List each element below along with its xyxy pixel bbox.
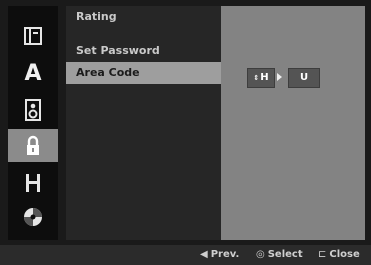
area-code-second-char-box[interactable]: U	[288, 68, 320, 88]
close-label: Close	[329, 249, 360, 260]
menu-item-set-password[interactable]: Set Password	[66, 40, 221, 62]
disc-icon[interactable]	[8, 200, 58, 233]
area-code-panel: ⇕ H U	[221, 6, 365, 240]
setup-screen: A Rating Set Password Area Code ⇕ H U ◀ …	[0, 0, 371, 265]
prev-label: Prev.	[210, 249, 240, 260]
lock-icon[interactable]	[8, 129, 58, 162]
return-icon: ⊏	[318, 249, 327, 260]
area-code-second-char: U	[299, 72, 309, 83]
select-label: Select	[267, 249, 303, 260]
select-hint: ◎ Select	[256, 245, 303, 265]
menu-item-area-code[interactable]: Area Code	[66, 62, 221, 84]
left-arrow-icon: ◀	[200, 249, 208, 260]
area-code-first-char-box[interactable]: ⇕ H	[247, 68, 275, 88]
setup-submenu: Rating Set Password Area Code	[66, 6, 221, 240]
key-hint-bar: ◀ Prev. ◎ Select ⊏ Close	[0, 245, 371, 265]
prev-hint: ◀ Prev.	[200, 245, 239, 265]
audio-language-icon[interactable]: A	[8, 57, 58, 90]
menu-item-rating[interactable]: Rating	[66, 6, 221, 28]
right-arrow-icon	[277, 73, 282, 81]
up-down-icon: ⇕	[253, 74, 259, 82]
film-icon[interactable]	[8, 166, 58, 199]
audio-language-glyph: A	[24, 61, 42, 86]
close-hint: ⊏ Close	[318, 245, 360, 265]
area-code-first-char: H	[260, 72, 269, 83]
select-icon: ◎	[256, 249, 265, 260]
category-sidebar: A	[8, 6, 58, 240]
disc-menu-icon[interactable]	[8, 19, 58, 52]
speaker-icon[interactable]	[8, 93, 58, 126]
